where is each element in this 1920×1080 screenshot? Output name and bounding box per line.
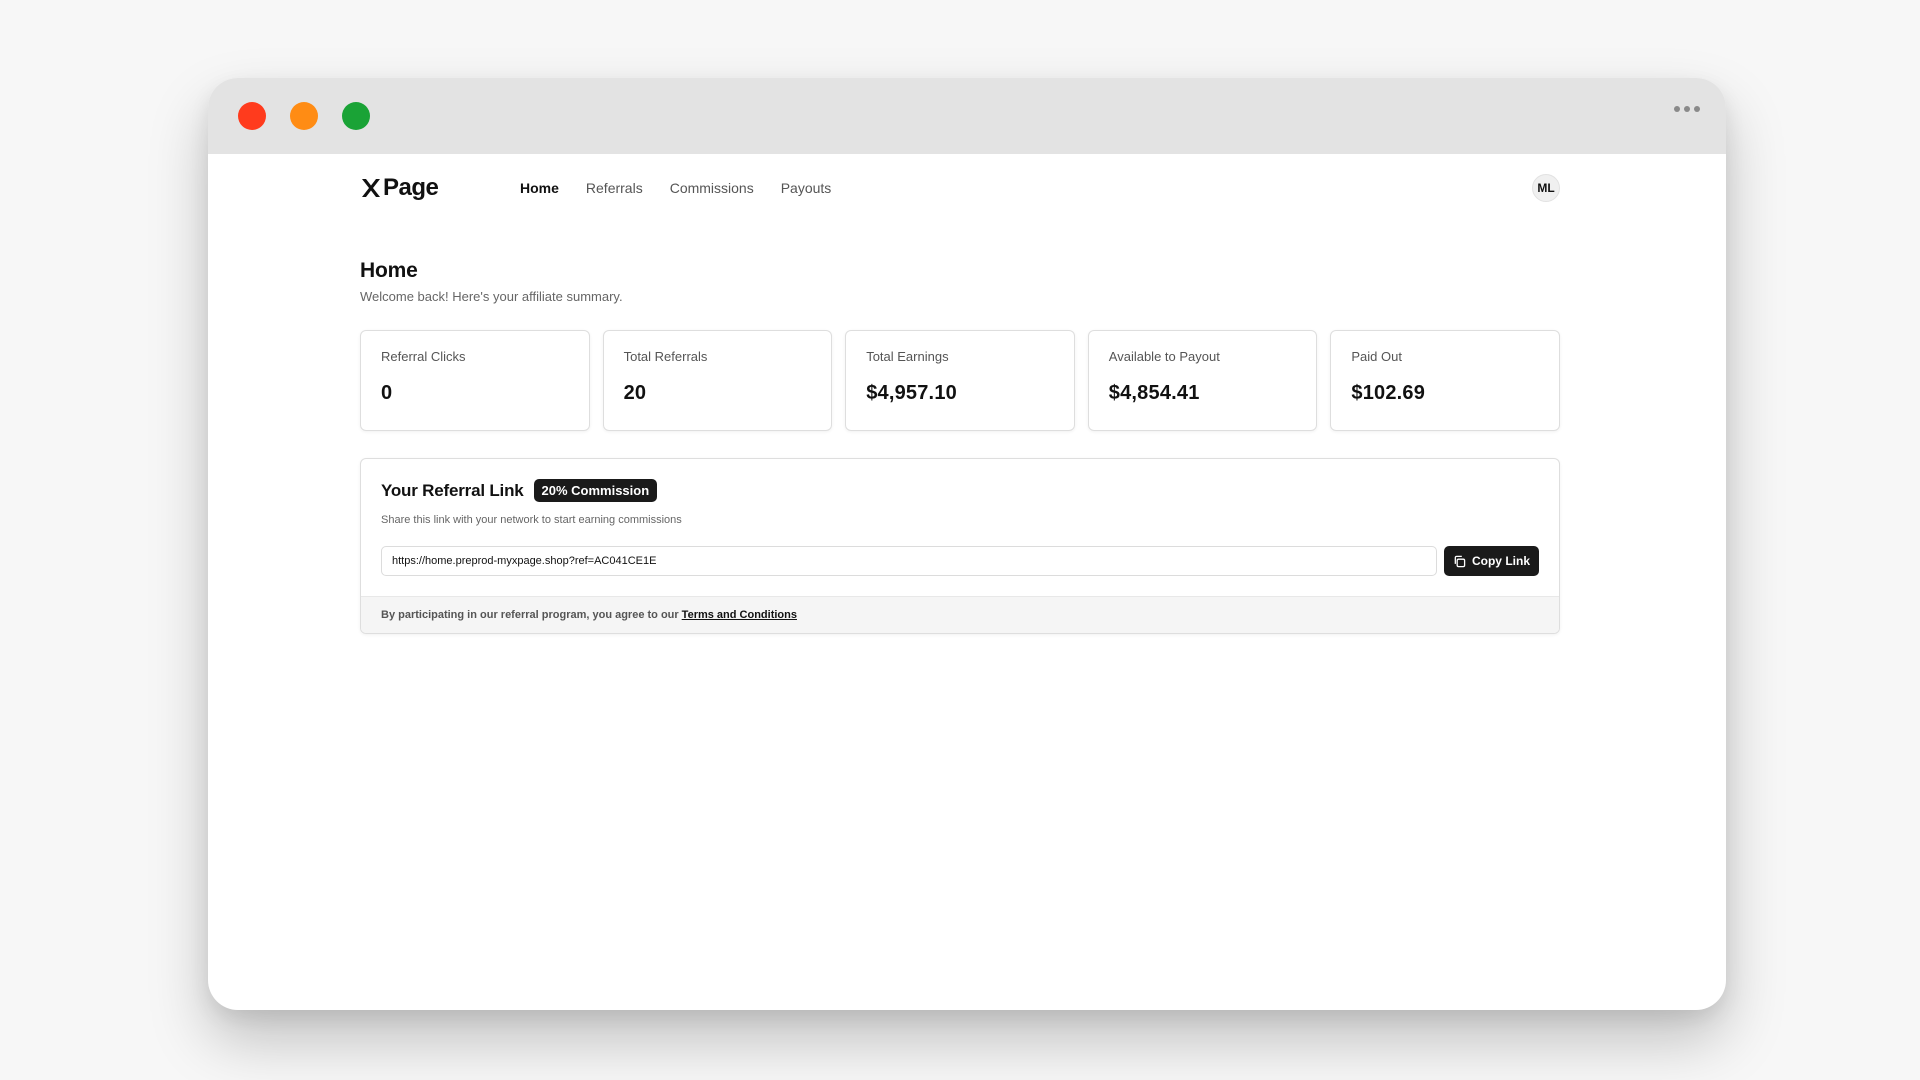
x-logo-icon — [362, 179, 380, 197]
stat-value: $4,854.41 — [1108, 382, 1200, 404]
stat-label: Referral Clicks — [381, 349, 466, 364]
referral-card-body: Your Referral Link 20% Commission Share … — [361, 459, 1559, 596]
nav-link-payouts[interactable]: Payouts — [781, 180, 832, 196]
page-subtitle: Welcome back! Here's your affiliate summ… — [360, 289, 623, 304]
stat-value: $102.69 — [1351, 382, 1426, 404]
referral-card-footer: By participating in our referral program… — [361, 596, 1559, 633]
stat-card-total-earnings: Total Earnings $4,957.10 — [845, 330, 1075, 431]
stat-card-available-to-payout: Available to Payout $4,854.41 — [1087, 330, 1318, 431]
more-horizontal-icon[interactable] — [1674, 106, 1700, 112]
copy-icon — [1454, 555, 1466, 567]
stat-card-total-referrals: Total Referrals 20 — [602, 330, 833, 431]
terms-and-conditions-link[interactable]: Terms and Conditions — [682, 609, 797, 621]
window-titlebar — [208, 78, 1726, 154]
stat-value: 20 — [623, 382, 647, 404]
referral-card-title: Your Referral Link — [381, 480, 524, 500]
copy-link-label: Copy Link — [1471, 554, 1530, 568]
nav-links: Home Referrals Commissions Payouts — [520, 180, 831, 196]
stat-label: Total Referrals — [623, 349, 708, 364]
stat-label: Paid Out — [1351, 349, 1402, 364]
app-content: Page Home Referrals Commissions Payouts … — [208, 154, 1726, 1010]
page-title: Home — [360, 259, 418, 282]
footer-agreement-text: By participating in our referral program… — [381, 609, 679, 621]
referral-link-card: Your Referral Link 20% Commission Share … — [360, 458, 1560, 634]
nav-link-commissions[interactable]: Commissions — [670, 180, 754, 196]
user-avatar[interactable]: ML — [1532, 174, 1560, 202]
stat-label: Total Earnings — [866, 349, 949, 364]
referral-link-input[interactable] — [381, 546, 1437, 576]
referral-link-row: Copy Link — [381, 546, 1539, 576]
commission-badge: 20% Commission — [533, 479, 658, 502]
referral-card-description: Share this link with your network to sta… — [381, 514, 682, 526]
maximize-window-button[interactable] — [342, 102, 370, 130]
stat-card-referral-clicks: Referral Clicks 0 — [360, 330, 590, 431]
minimize-window-button[interactable] — [290, 102, 318, 130]
nav-link-referrals[interactable]: Referrals — [586, 180, 643, 196]
referral-card-header: Your Referral Link 20% Commission — [381, 479, 1539, 502]
stat-value: $4,957.10 — [866, 382, 957, 404]
main-content: Home Welcome back! Here's your affiliate… — [360, 259, 1560, 634]
stat-value: 0 — [381, 382, 393, 404]
brand-name: Page — [383, 174, 439, 201]
copy-link-button[interactable]: Copy Link — [1443, 546, 1539, 576]
stat-card-paid-out: Paid Out $102.69 — [1330, 330, 1560, 431]
close-window-button[interactable] — [238, 102, 266, 130]
brand-logo[interactable]: Page — [360, 174, 520, 202]
top-nav: Page Home Referrals Commissions Payouts … — [360, 170, 1560, 206]
stat-label: Available to Payout — [1108, 349, 1220, 364]
browser-window: Page Home Referrals Commissions Payouts … — [208, 78, 1726, 1010]
stats-row: Referral Clicks 0 Total Referrals 20 Tot… — [360, 330, 1560, 431]
nav-link-home[interactable]: Home — [520, 180, 559, 196]
